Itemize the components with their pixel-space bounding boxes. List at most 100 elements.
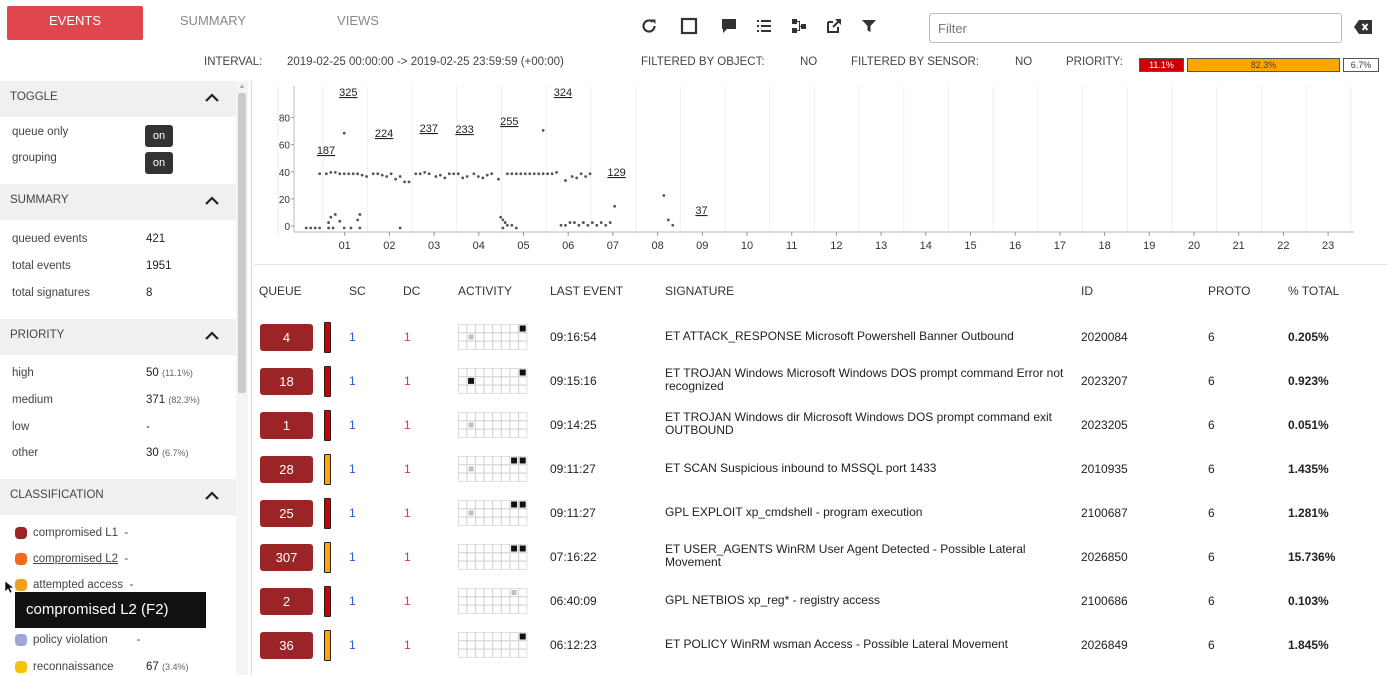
filter-icon[interactable] — [857, 14, 881, 38]
activity-cell — [475, 588, 485, 597]
signature-text[interactable]: ET TROJAN Windows dir Microsoft Windows … — [665, 411, 1070, 437]
signature-id: 2100687 — [1081, 506, 1128, 520]
classification-item-compromised-l2[interactable]: compromised L2 - — [33, 553, 128, 565]
comment-icon[interactable] — [717, 14, 741, 38]
sc-value[interactable]: 1 — [349, 638, 356, 652]
queue-count-badge[interactable]: 25 — [260, 500, 313, 527]
activity-cell — [501, 376, 511, 386]
chart-hour-total-label: 187 — [317, 145, 335, 157]
table-row[interactable]: 307 1 1 07:16:22 ET USER_AGENTS WinRM User A… — [254, 535, 1387, 579]
activity-cell — [501, 596, 511, 606]
scroll-up-arrow-icon[interactable]: ▲ — [238, 83, 246, 91]
dc-value[interactable]: 1 — [404, 506, 411, 520]
signature-text[interactable]: ET POLICY WinRM wsman Access - Possible … — [665, 638, 1070, 651]
filter-input[interactable] — [929, 13, 1342, 43]
sc-value[interactable]: 1 — [349, 594, 356, 608]
tab-views[interactable]: VIEWS — [290, 6, 426, 40]
toggle-section-header[interactable]: TOGGLE — [0, 81, 236, 117]
table-row[interactable]: 2 1 1 06:40:09 GPL NETBIOS xp_reg* - registr… — [254, 579, 1387, 623]
tab-summary[interactable]: SUMMARY — [145, 6, 281, 40]
table-row[interactable]: 4 1 1 09:16:54 ET ATTACK_RESPONSE Microsoft … — [254, 315, 1387, 359]
queue-count-badge[interactable]: 28 — [260, 456, 313, 483]
signature-text[interactable]: ET ATTACK_RESPONSE Microsoft Powershell … — [665, 330, 1070, 343]
refresh-icon[interactable] — [637, 14, 661, 38]
queue-count-badge[interactable]: 1 — [260, 412, 313, 439]
dc-value[interactable]: 1 — [404, 374, 411, 388]
priority-section-header[interactable]: PRIORITY — [0, 319, 236, 355]
sc-value[interactable]: 1 — [349, 330, 356, 344]
column-header-last-event[interactable]: LAST EVENT — [550, 284, 623, 298]
queue-count-badge[interactable]: 36 — [260, 632, 313, 659]
column-header-sc[interactable]: SC — [349, 284, 366, 298]
last-event-time: 09:11:27 — [550, 462, 596, 476]
queue-count-badge[interactable]: 4 — [260, 324, 313, 351]
table-row[interactable]: 1 1 1 09:14:25 ET TROJAN Windows dir Microso… — [254, 403, 1387, 447]
column-header-activity[interactable]: ACTIVITY — [458, 284, 512, 298]
sc-value[interactable]: 1 — [349, 550, 356, 564]
table-row[interactable]: 36 1 1 06:12:23 ET POLICY WinRM wsman Access… — [254, 623, 1387, 667]
sc-value[interactable]: 1 — [349, 418, 356, 432]
column-header-dc[interactable]: DC — [403, 284, 420, 298]
sidebar-scrollbar[interactable]: ▲ — [236, 81, 248, 675]
summary-section-header[interactable]: SUMMARY — [0, 184, 236, 220]
activity-cell — [483, 428, 493, 438]
column-header-signature[interactable]: SIGNATURE — [665, 284, 734, 298]
activity-cell — [458, 384, 468, 394]
signature-text[interactable]: ET USER_AGENTS WinRM User Agent Detected… — [665, 543, 1070, 569]
column-header-pct-total[interactable]: % TOTAL — [1288, 284, 1339, 298]
fullscreen-icon[interactable] — [677, 14, 701, 38]
classification-item-reconnaissance[interactable]: reconnaissance — [33, 661, 114, 673]
sc-value[interactable]: 1 — [349, 462, 356, 476]
activity-cell — [483, 604, 493, 614]
activity-grid — [458, 368, 528, 394]
classification-section-header[interactable]: CLASSIFICATION — [0, 479, 236, 515]
chevron-up-icon[interactable] — [203, 487, 221, 505]
classification-item-policy-violation[interactable]: policy violation - — [33, 634, 140, 646]
tab-events[interactable]: EVENTS — [7, 6, 143, 40]
dc-value[interactable]: 1 — [404, 418, 411, 432]
graph-icon[interactable] — [787, 14, 811, 38]
table-row[interactable]: 25 1 1 09:11:27 GPL EXPLOIT xp_cmdshell - pr… — [254, 491, 1387, 535]
grouping-toggle[interactable]: on — [145, 152, 173, 174]
activity-cell — [492, 648, 502, 658]
clear-filter-icon[interactable] — [1350, 17, 1376, 37]
activity-cell — [458, 552, 468, 562]
dc-value[interactable]: 1 — [404, 462, 411, 476]
queue-count-badge[interactable]: 307 — [260, 544, 313, 571]
column-header-id[interactable]: ID — [1081, 284, 1093, 298]
queue-only-toggle[interactable]: on — [145, 125, 173, 147]
dc-value[interactable]: 1 — [404, 594, 411, 608]
signature-text[interactable]: ET SCAN Suspicious inbound to MSSQL port… — [665, 462, 1070, 475]
list-icon[interactable] — [752, 14, 776, 38]
chevron-up-icon[interactable] — [203, 192, 221, 210]
compromised-l2-dot-icon — [15, 553, 27, 565]
column-header-queue[interactable]: QUEUE — [259, 284, 302, 298]
column-header-proto[interactable]: PROTO — [1208, 284, 1250, 298]
external-link-icon[interactable] — [822, 14, 846, 38]
dc-value[interactable]: 1 — [404, 638, 411, 652]
activity-cell — [466, 324, 476, 333]
chevron-up-icon[interactable] — [203, 327, 221, 345]
queue-count-badge[interactable]: 2 — [260, 588, 313, 615]
dc-value[interactable]: 1 — [404, 550, 411, 564]
chart-point — [564, 223, 567, 227]
sc-value[interactable]: 1 — [349, 506, 356, 520]
activity-cell — [475, 640, 485, 650]
chevron-up-icon[interactable] — [203, 89, 221, 107]
dc-value[interactable]: 1 — [404, 330, 411, 344]
activity-cell — [466, 500, 476, 509]
table-row[interactable]: 28 1 1 09:11:27 ET SCAN Suspicious inbound t… — [254, 447, 1387, 491]
table-row[interactable]: 18 1 1 09:15:16 ET TROJAN Windows Microsoft … — [254, 359, 1387, 403]
classification-item-compromised-l1[interactable]: compromised L1 - — [33, 527, 128, 539]
activity-cell — [492, 412, 502, 421]
classification-item-attempted-access[interactable]: attempted access - — [33, 579, 133, 591]
signature-text[interactable]: ET TROJAN Windows Microsoft Windows DOS … — [665, 367, 1070, 393]
scrollbar-thumb[interactable] — [238, 93, 246, 393]
sc-value[interactable]: 1 — [349, 374, 356, 388]
queued-events-label: queued events — [12, 233, 88, 245]
signature-text[interactable]: GPL NETBIOS xp_reg* - registry access — [665, 594, 1070, 607]
activity-cell — [509, 324, 519, 333]
signature-text[interactable]: GPL EXPLOIT xp_cmdshell - program execut… — [665, 506, 1070, 519]
queue-count-badge[interactable]: 18 — [260, 368, 313, 395]
activity-cell — [466, 428, 476, 438]
